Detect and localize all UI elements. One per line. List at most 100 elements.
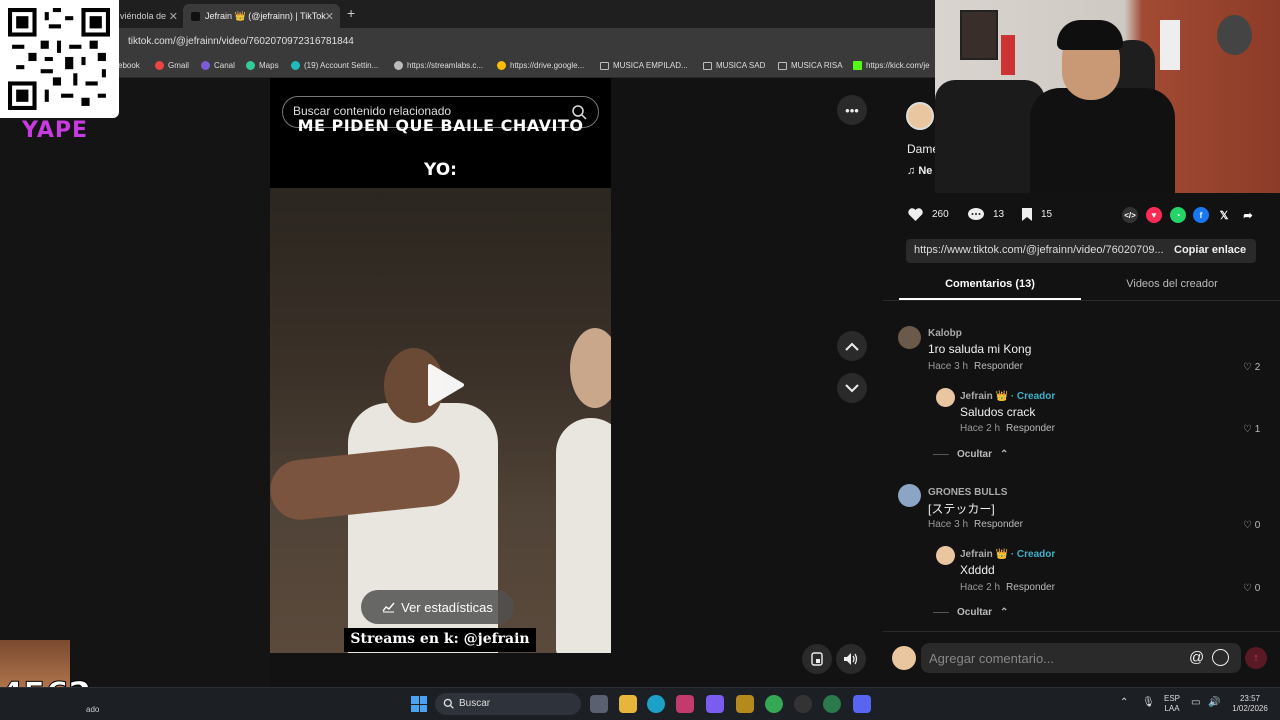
copy-link-button[interactable]: Copiar enlace [1174,244,1246,256]
volume-icon[interactable]: 🔊 [1208,698,1220,708]
bookmark-folder[interactable]: MUSICA RISA [778,61,843,70]
file-explorer-icon[interactable] [619,695,637,713]
discord-icon[interactable] [853,695,871,713]
obs-icon[interactable] [794,695,812,713]
facebook-icon[interactable]: f [1193,207,1209,223]
heart-icon: ♡ [1243,424,1252,435]
comment-username[interactable]: Jefrain 👑 · Creador [960,549,1055,560]
url-text[interactable]: tiktok.com/@jefrainn/video/7602070972316… [128,36,354,47]
search-icon [443,698,454,709]
bookmark-item[interactable]: (19) Account Settin... [291,61,378,70]
comment-meta: Hace 2 h Responder [960,582,1055,593]
chevron-up-icon[interactable]: ⌃ [1120,698,1128,708]
taskbar-search-input[interactable] [435,693,581,715]
bookmark-item[interactable]: https://streamlabs.c... [394,61,483,70]
snipping-tool-icon[interactable] [676,695,694,713]
save-button[interactable]: 15 [1021,207,1052,222]
comment-text: Xdddd [960,563,995,577]
video-caption: YO: [424,160,457,180]
reply-button[interactable]: Responder [974,519,1023,530]
reply-button[interactable]: Responder [974,361,1023,372]
comment-username[interactable]: GRONES BULLS [928,487,1007,498]
kick-icon [853,61,862,70]
avatar[interactable] [936,388,955,407]
comment-like-button[interactable]: ♡ 1 [1243,424,1260,435]
taskbar-app-label: ado [86,705,100,714]
bookmark-folder[interactable]: MUSICA SAD [703,61,765,70]
link-text[interactable]: https://www.tiktok.com/@jefrainn/video/7… [914,244,1164,256]
microphone-icon[interactable]: 🎙 [1142,698,1155,708]
tab-comments[interactable]: Comentarios (13) [899,278,1081,290]
hide-replies-button[interactable]: Ocultar ⌃ [933,449,1008,460]
chevron-up-icon: ⌃ [1000,449,1009,460]
avatar[interactable] [898,326,921,349]
pip-icon [811,652,823,666]
creator-badge: · Creador [1010,549,1056,560]
bookmark-item[interactable]: Maps [246,61,279,70]
previous-video-button[interactable] [837,331,867,361]
chrome-active-icon[interactable] [823,695,841,713]
comment-username[interactable]: Kalobp [928,328,962,339]
bookmark-item[interactable]: Canal [201,61,235,70]
new-tab-button[interactable]: + [347,5,355,21]
edge-icon[interactable] [647,695,665,713]
bookmark-item[interactable]: https://kick.com/je [853,61,930,70]
tiktok-icon [191,11,200,21]
hide-replies-button[interactable]: Ocultar ⌃ [933,607,1008,618]
volume-button[interactable] [836,644,866,674]
repost-icon[interactable]: ▼ [1146,207,1162,223]
comment-username[interactable]: Jefrain 👑 · Creador [960,391,1055,402]
bookmark-item[interactable]: Gmail [155,61,189,70]
award-plaque [1160,20,1180,70]
more-options-button[interactable]: ••• [837,95,867,125]
poster [1001,35,1015,75]
chrome-icon[interactable] [765,695,783,713]
creator-avatar[interactable] [906,102,934,130]
avatar[interactable] [936,546,955,565]
close-icon[interactable]: ✕ [169,10,178,23]
play-icon[interactable] [424,362,466,408]
streamer-hair [1057,20,1123,50]
reply-button[interactable]: Responder [1006,423,1055,434]
tab-creator-videos[interactable]: Videos del creador [1082,278,1262,290]
comment-meta: Hace 2 h Responder [960,423,1055,434]
maps-icon [246,61,255,70]
bookmark-item[interactable]: https://drive.google... [497,61,584,70]
game-icon[interactable] [736,695,754,713]
browser-tab-active[interactable]: Jefrain 👑 (@jefrainn) | TikTok ✕ [183,4,340,28]
whatsapp-icon[interactable]: ◔ [1170,207,1186,223]
comment-like-button[interactable]: ♡ 0 [1243,583,1260,594]
language-indicator[interactable]: ESP LAA [1164,694,1180,714]
my-avatar [892,646,916,670]
copilot-icon[interactable] [706,695,724,713]
comment-icon [968,208,984,220]
video-person [556,418,611,653]
reply-button[interactable]: Responder [1006,582,1055,593]
x-icon[interactable]: 𝕏 [1216,207,1232,223]
embed-icon[interactable]: </> [1122,207,1138,223]
comment-like-button[interactable]: ♡ 2 [1243,362,1260,373]
browser-tab[interactable]: viéndola de ✕ [112,4,184,28]
bookmark-folder[interactable]: MUSICA EMPILAD... [600,61,688,70]
close-icon[interactable]: ✕ [325,10,334,23]
avatar[interactable] [898,484,921,507]
network-icon[interactable]: ▭ [1191,698,1200,708]
comment-like-button[interactable]: ♡ 0 [1243,520,1260,531]
clock[interactable]: 23:57 1/02/2026 [1228,694,1272,714]
like-button[interactable]: 260 [907,207,949,222]
bookmark-item[interactable]: ebook [118,61,140,70]
mention-icon[interactable]: @ [1189,649,1204,666]
view-stats-button[interactable]: Ver estadísticas [361,590,514,624]
send-button[interactable]: ↑ [1245,647,1267,669]
chevron-up-icon [845,342,859,351]
windows-start-icon[interactable] [411,696,427,712]
comment-button[interactable]: 13 [967,207,1004,222]
task-view-icon[interactable] [590,695,608,713]
next-video-button[interactable] [837,373,867,403]
emoji-icon[interactable] [1212,649,1229,666]
share-icon[interactable]: ➦ [1240,207,1256,223]
music-info[interactable]: ♫ Ne [907,165,932,177]
picture-in-picture-button[interactable] [802,644,832,674]
save-count: 15 [1041,209,1053,220]
webcam-overlay [935,0,1280,193]
